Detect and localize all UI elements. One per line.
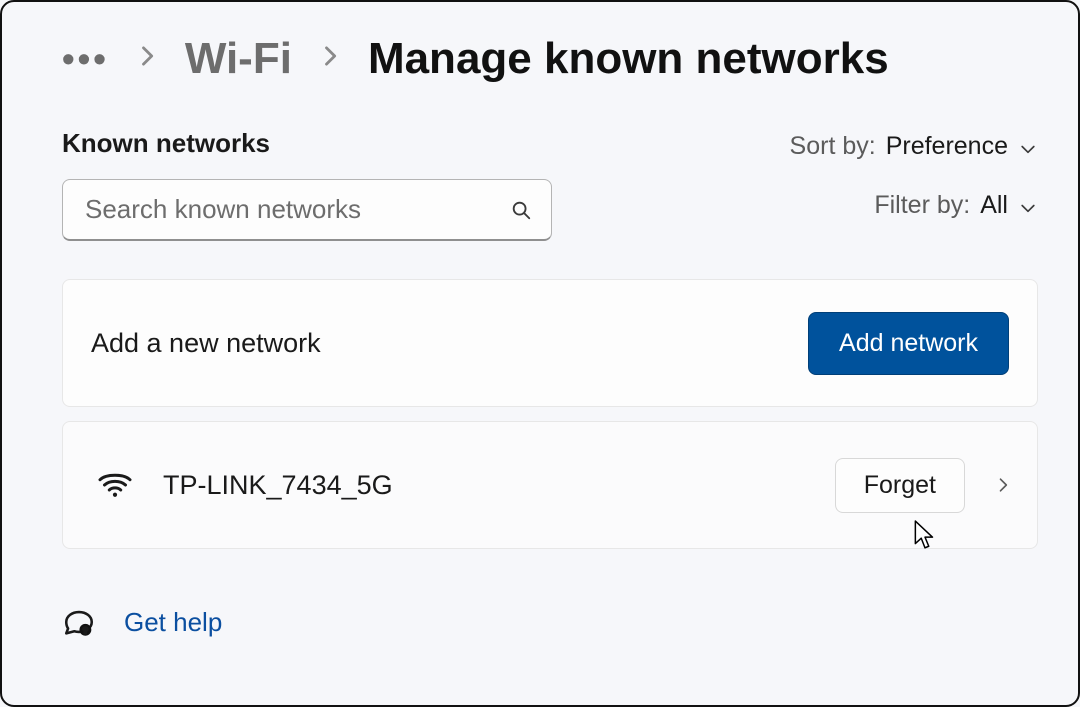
known-networks-label: Known networks [62, 128, 552, 159]
breadcrumb-more-icon[interactable]: ••• [62, 38, 109, 80]
network-row[interactable]: TP-LINK_7434_5G Forget [62, 421, 1038, 549]
page-title: Manage known networks [368, 34, 889, 84]
forget-button[interactable]: Forget [835, 458, 965, 513]
sort-by-value: Preference [886, 132, 1008, 161]
filter-by-value: All [980, 191, 1008, 220]
add-network-label: Add a new network [91, 328, 321, 359]
settings-window: ••• Wi-Fi Manage known networks Known ne… [0, 0, 1080, 707]
chevron-right-icon[interactable] [993, 475, 1013, 495]
get-help-link[interactable]: ? Get help [62, 605, 1038, 639]
breadcrumb: ••• Wi-Fi Manage known networks [62, 34, 1038, 84]
chevron-down-icon [1018, 137, 1038, 157]
filter-by-dropdown[interactable]: Filter by: All [874, 191, 1038, 220]
search-wrap [62, 179, 552, 241]
svg-text:?: ? [83, 626, 88, 636]
chevron-right-icon [316, 40, 344, 79]
add-network-button[interactable]: Add network [808, 312, 1009, 375]
sort-by-dropdown[interactable]: Sort by: Preference [790, 132, 1038, 161]
wifi-icon [97, 467, 133, 503]
add-network-card: Add a new network Add network [62, 279, 1038, 407]
sort-by-label: Sort by: [790, 132, 876, 161]
chevron-right-icon [133, 40, 161, 79]
filter-by-label: Filter by: [874, 191, 970, 220]
chevron-down-icon [1018, 196, 1038, 216]
network-name: TP-LINK_7434_5G [163, 470, 393, 501]
breadcrumb-wifi-link[interactable]: Wi-Fi [185, 34, 292, 84]
help-icon: ? [62, 605, 96, 639]
search-input[interactable] [62, 179, 552, 241]
get-help-label: Get help [124, 607, 222, 638]
controls-row: Known networks Sort by: Preference Filte… [62, 128, 1038, 241]
